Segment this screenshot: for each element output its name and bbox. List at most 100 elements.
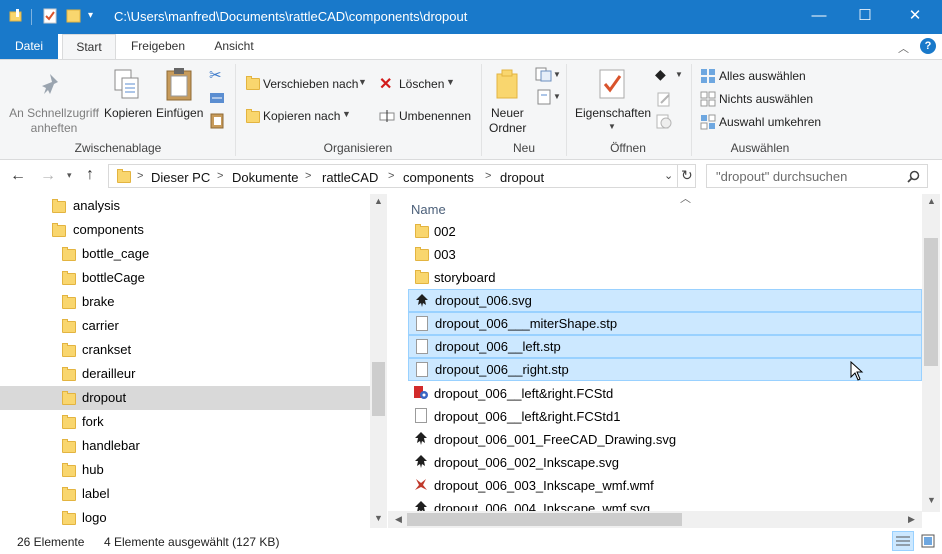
nav-item-components[interactable]: components bbox=[0, 218, 370, 242]
scroll-thumb[interactable] bbox=[924, 238, 938, 366]
refresh-icon[interactable]: ↻ bbox=[681, 167, 693, 184]
move-to-dropdown-icon[interactable]: ▼ bbox=[358, 77, 367, 87]
nav-item-label-folder[interactable]: label bbox=[0, 482, 370, 506]
nav-item-derailleur[interactable]: derailleur bbox=[0, 362, 370, 386]
large-icons-view-button[interactable] bbox=[918, 531, 938, 551]
properties-button[interactable]: Eigenschaften bbox=[575, 106, 651, 120]
new-folder-icon[interactable] bbox=[66, 8, 82, 24]
nav-item-analysis[interactable]: analysis bbox=[0, 194, 370, 218]
ribbon-collapse-icon[interactable]: ︿ bbox=[898, 40, 909, 56]
list-item[interactable]: dropout_006__left&right.FCStd bbox=[408, 382, 922, 405]
search-placeholder[interactable]: "dropout" durchsuchen bbox=[716, 169, 847, 184]
easy-access-icon[interactable] bbox=[535, 89, 553, 105]
easy-access-dropdown-icon[interactable]: ▼ bbox=[553, 92, 561, 101]
invert-selection-button[interactable]: Auswahl umkehren bbox=[719, 115, 821, 129]
pin-quick-access-label-1[interactable]: An Schnellzugriff bbox=[8, 106, 100, 120]
customize-quick-access-icon[interactable]: ▾ bbox=[88, 10, 93, 21]
search-box[interactable]: "dropout" durchsuchen bbox=[706, 164, 928, 188]
nav-item-dropout[interactable]: dropout bbox=[0, 386, 370, 410]
new-folder-button-line2[interactable]: Ordner bbox=[489, 121, 526, 135]
breadcrumb-rattlecad[interactable]: rattleCAD bbox=[322, 170, 378, 185]
chevron-right-icon[interactable]: > bbox=[217, 170, 223, 182]
list-item[interactable]: storyboard bbox=[408, 266, 922, 289]
pin-quick-access-label-2[interactable]: anheften bbox=[8, 121, 100, 135]
nav-item-carrier[interactable]: carrier bbox=[0, 314, 370, 338]
file-list-scrollbar[interactable]: ▲ ▼ bbox=[922, 194, 940, 512]
rename-button[interactable]: Umbenennen bbox=[399, 109, 471, 123]
file-list-h-scrollbar[interactable]: ◀ ▶ bbox=[388, 511, 922, 528]
list-item[interactable]: dropout_006__left.stp bbox=[408, 335, 922, 358]
scroll-up-icon[interactable]: ▲ bbox=[374, 196, 383, 206]
move-to-button[interactable]: Verschieben nach bbox=[263, 77, 358, 91]
list-item[interactable]: dropout_006.svg bbox=[408, 289, 922, 312]
column-header-name[interactable]: Name bbox=[411, 202, 446, 217]
navigation-scrollbar[interactable]: ▲ ▼ bbox=[370, 194, 387, 528]
copy-to-button[interactable]: Kopieren nach bbox=[263, 109, 340, 123]
delete-button[interactable]: Löschen bbox=[399, 77, 444, 91]
tab-view[interactable]: Ansicht bbox=[202, 34, 266, 60]
scroll-thumb[interactable] bbox=[407, 513, 682, 526]
back-icon[interactable]: ← bbox=[10, 167, 26, 185]
nav-item-fork[interactable]: fork bbox=[0, 410, 370, 434]
tab-share[interactable]: Freigeben bbox=[122, 34, 194, 60]
chevron-right-icon[interactable]: > bbox=[305, 170, 311, 182]
list-item[interactable]: 002 bbox=[408, 220, 922, 243]
folder-pin-icon[interactable] bbox=[8, 8, 24, 24]
scroll-thumb[interactable] bbox=[372, 362, 385, 416]
chevron-right-icon[interactable]: > bbox=[485, 170, 491, 182]
nav-item-handlebar[interactable]: handlebar bbox=[0, 434, 370, 458]
breadcrumb-dropout[interactable]: dropout bbox=[500, 170, 544, 185]
new-item-dropdown-icon[interactable]: ▼ bbox=[553, 70, 561, 79]
edit-icon[interactable] bbox=[656, 91, 672, 107]
list-item[interactable]: 003 bbox=[408, 243, 922, 266]
nav-item-hub[interactable]: hub bbox=[0, 458, 370, 482]
details-view-button[interactable] bbox=[892, 531, 914, 551]
breadcrumb-this-pc[interactable]: Dieser PC bbox=[151, 170, 210, 185]
properties-icon[interactable] bbox=[42, 8, 58, 24]
scroll-up-icon[interactable]: ▲ bbox=[927, 196, 936, 206]
tab-file[interactable]: Datei bbox=[0, 34, 58, 60]
new-item-icon[interactable] bbox=[535, 67, 553, 83]
close-button[interactable]: ✕ bbox=[892, 0, 938, 34]
scroll-right-icon[interactable]: ▶ bbox=[908, 514, 915, 525]
chevron-right-icon[interactable]: > bbox=[137, 170, 143, 182]
address-history-dropdown-icon[interactable]: ⌄ bbox=[664, 169, 673, 182]
search-icon[interactable] bbox=[907, 170, 920, 183]
cut-icon[interactable]: ✂ bbox=[209, 66, 222, 84]
list-item[interactable]: dropout_006__left&right.FCStd1 bbox=[408, 405, 922, 428]
forward-icon[interactable]: → bbox=[40, 167, 56, 185]
list-item[interactable]: dropout_006_003_Inkscape_wmf.wmf bbox=[408, 474, 922, 497]
open-icon[interactable]: ◆ bbox=[655, 66, 666, 83]
scroll-down-icon[interactable]: ▼ bbox=[374, 513, 383, 523]
chevron-right-icon[interactable]: > bbox=[388, 170, 394, 182]
address-bar[interactable]: > Dieser PC > Dokumente > rattleCAD > co… bbox=[108, 164, 696, 188]
select-all-button[interactable]: Alles auswählen bbox=[719, 69, 806, 83]
copy-button[interactable]: Kopieren bbox=[104, 106, 152, 120]
recent-locations-icon[interactable]: ▾ bbox=[67, 170, 72, 181]
nav-item-bottle-cage[interactable]: bottle_cage bbox=[0, 242, 370, 266]
up-icon[interactable]: ↑ bbox=[86, 166, 94, 184]
maximize-button[interactable]: ☐ bbox=[842, 0, 888, 34]
list-item[interactable]: dropout_006_004_Inkscape_wmf.svg bbox=[408, 497, 922, 511]
nav-item-brake[interactable]: brake bbox=[0, 290, 370, 314]
open-dropdown-icon[interactable]: ▼ bbox=[675, 70, 683, 79]
list-item[interactable]: dropout_006___miterShape.stp bbox=[408, 312, 922, 335]
new-folder-button-line1[interactable]: Neuer bbox=[491, 106, 524, 120]
paste-shortcut-icon[interactable] bbox=[209, 112, 225, 130]
scroll-left-icon[interactable]: ◀ bbox=[395, 514, 402, 525]
tab-start[interactable]: Start bbox=[62, 34, 116, 60]
delete-dropdown-icon[interactable]: ▼ bbox=[446, 77, 455, 87]
minimize-button[interactable]: — bbox=[796, 0, 842, 34]
select-none-button[interactable]: Nichts auswählen bbox=[719, 92, 813, 106]
paste-button[interactable]: Einfügen bbox=[156, 106, 203, 120]
list-item[interactable]: dropout_006_002_Inkscape.svg bbox=[408, 451, 922, 474]
list-item[interactable]: dropout_006__right.stp bbox=[408, 358, 922, 381]
copy-path-icon[interactable] bbox=[209, 91, 225, 105]
nav-item-bottlecage[interactable]: bottleCage bbox=[0, 266, 370, 290]
nav-item-crankset[interactable]: crankset bbox=[0, 338, 370, 362]
nav-item-logo[interactable]: logo bbox=[0, 506, 370, 528]
breadcrumb-components[interactable]: components bbox=[403, 170, 474, 185]
list-item[interactable]: dropout_006_001_FreeCAD_Drawing.svg bbox=[408, 428, 922, 451]
scroll-down-icon[interactable]: ▼ bbox=[927, 495, 936, 505]
copy-to-dropdown-icon[interactable]: ▼ bbox=[342, 109, 351, 119]
